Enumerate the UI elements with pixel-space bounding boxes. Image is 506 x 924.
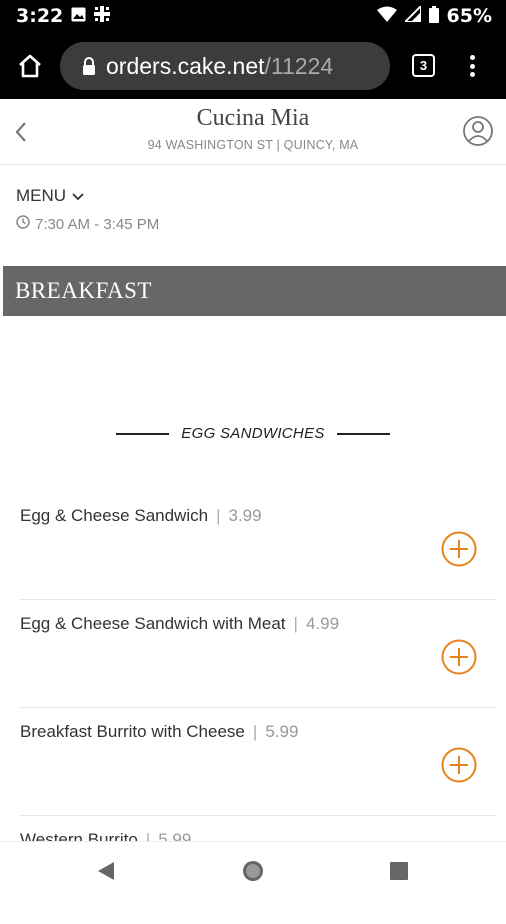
wifi-icon xyxy=(376,6,397,26)
category-title: BREAKFAST xyxy=(15,278,152,303)
add-item-icon[interactable] xyxy=(441,747,477,783)
address-bar[interactable]: orders.cake.net/11224 xyxy=(60,42,390,90)
divider xyxy=(116,432,170,435)
menu-selector[interactable]: MENU xyxy=(16,186,84,206)
section-title: EGG SANDWICHES xyxy=(181,425,325,442)
clock-icon xyxy=(16,215,30,233)
grid-icon xyxy=(94,6,111,26)
price-separator: | xyxy=(216,506,221,525)
site-header: Cucina Mia 94 WASHINGTON ST | QUINCY, MA xyxy=(0,99,506,165)
restaurant-name: Cucina Mia xyxy=(196,105,310,131)
menu-hours: 7:30 AM - 3:45 PM xyxy=(16,215,159,233)
item-price: 5.99 xyxy=(265,722,299,741)
item-text: Breakfast Burrito with Cheese | 5.99 xyxy=(20,722,298,742)
nav-home-icon[interactable] xyxy=(242,860,264,887)
nav-recents-icon[interactable] xyxy=(390,862,408,885)
battery-icon xyxy=(428,5,439,27)
item-name: Egg & Cheese Sandwich xyxy=(20,506,209,525)
item-price: 4.99 xyxy=(305,614,340,633)
status-bar: 3:22 65% xyxy=(0,0,506,32)
list-item[interactable]: Egg & Cheese Sandwich | 3.99 xyxy=(0,492,506,600)
system-nav-bar xyxy=(0,841,506,900)
chevron-down-icon xyxy=(72,186,84,206)
menu-hours-text: 7:30 AM - 3:45 PM xyxy=(35,215,160,233)
image-icon xyxy=(71,7,86,26)
item-price: 3.99 xyxy=(228,506,262,525)
list-item[interactable]: Breakfast Burrito with Cheese | 5.99 xyxy=(0,708,506,816)
list-item[interactable]: Egg & Cheese Sandwich with Meat | 4.99 xyxy=(0,600,506,708)
battery-percent: 65% xyxy=(446,5,492,27)
item-name: Breakfast Burrito with Cheese xyxy=(20,722,245,741)
add-item-icon[interactable] xyxy=(441,531,477,567)
divider xyxy=(336,432,390,435)
home-icon[interactable] xyxy=(16,52,44,80)
tab-switcher-button[interactable]: 3 xyxy=(412,54,435,77)
menu-selector-label: MENU xyxy=(16,186,67,205)
lock-icon xyxy=(82,57,96,75)
overflow-menu-icon[interactable] xyxy=(460,52,484,80)
url-text: orders.cake.net/11224 xyxy=(106,52,334,79)
browser-toolbar: orders.cake.net/11224 3 xyxy=(0,32,506,99)
price-separator: | xyxy=(252,722,258,741)
item-text: Egg & Cheese Sandwich with Meat | 4.99 xyxy=(20,614,339,634)
item-text: Egg & Cheese Sandwich | 3.99 xyxy=(20,506,262,526)
price-separator: | xyxy=(293,614,298,633)
restaurant-address: 94 WASHINGTON ST | QUINCY, MA xyxy=(147,138,359,152)
category-header: BREAKFAST xyxy=(3,266,506,316)
nav-back-icon[interactable] xyxy=(96,860,116,887)
account-icon[interactable] xyxy=(462,115,494,147)
signal-icon xyxy=(402,3,422,26)
section-heading: EGG SANDWICHES xyxy=(0,425,506,442)
item-name: Egg & Cheese Sandwich with Meat xyxy=(20,614,286,633)
status-time: 3:22 xyxy=(16,5,64,27)
add-item-icon[interactable] xyxy=(441,639,477,675)
tab-count: 3 xyxy=(419,58,428,73)
